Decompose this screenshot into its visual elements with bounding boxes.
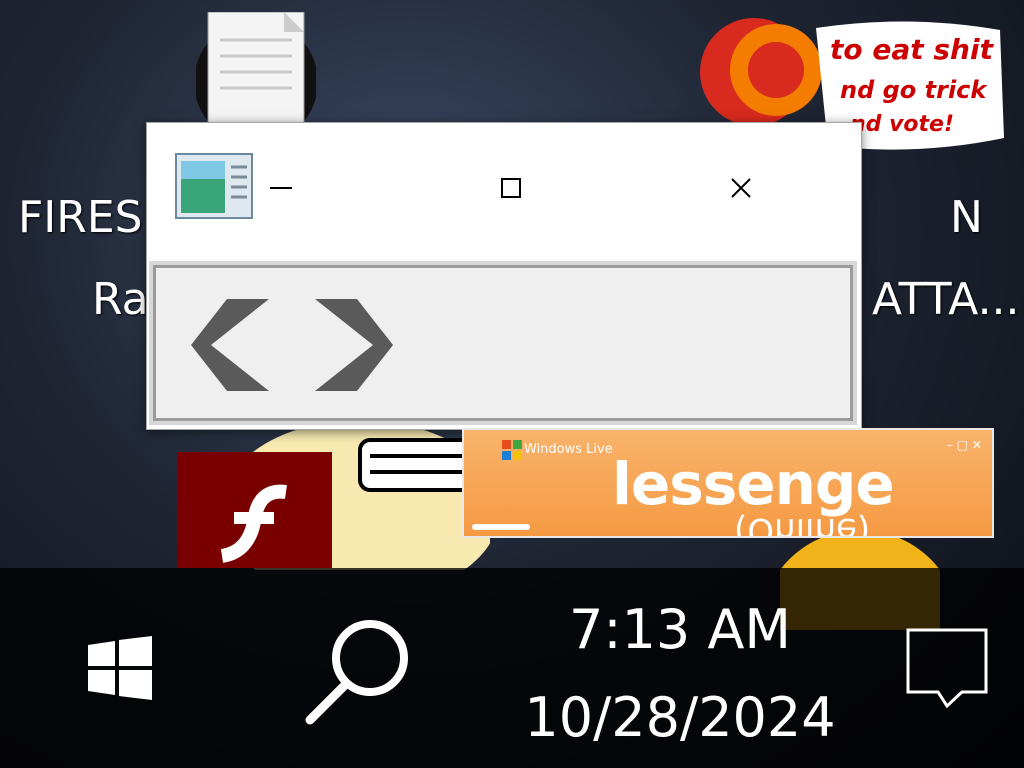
start-button[interactable]: [88, 636, 152, 700]
messenger-brand: Windows Live: [524, 442, 613, 457]
desktop-label-fires[interactable]: FIRES: [18, 196, 143, 240]
window-titlebar[interactable]: [147, 123, 861, 259]
messenger-window[interactable]: Windows Live – □ ✕ lessenge (Online): [462, 428, 994, 538]
desktop-label-ra[interactable]: Ra: [92, 278, 149, 322]
desktop-label-atta[interactable]: ATTA...: [872, 278, 1020, 322]
back-button[interactable]: [191, 295, 281, 395]
clock-time[interactable]: 7:13 AM: [540, 598, 820, 661]
close-button[interactable]: [721, 173, 761, 203]
messenger-slider[interactable]: [472, 524, 530, 530]
forward-button[interactable]: [303, 295, 393, 395]
search-icon: [305, 620, 408, 725]
desktop-label-n[interactable]: N: [950, 196, 983, 240]
chevron-right-icon: [315, 299, 393, 391]
minimize-icon: [270, 187, 292, 189]
messenger-window-controls[interactable]: – □ ✕: [947, 438, 982, 452]
minimize-button[interactable]: [261, 173, 301, 203]
search-button[interactable]: [304, 614, 416, 726]
maximize-icon: [501, 178, 521, 198]
chevron-left-icon: [191, 299, 269, 391]
windows-logo-icon: [88, 636, 152, 700]
flash-player-icon[interactable]: [178, 452, 332, 568]
taskbar: 7:13 AM 10/28/2024: [0, 568, 1024, 768]
action-center-button[interactable]: [906, 628, 988, 708]
messenger-status: (Online): [734, 510, 871, 538]
speech-text-3: nd vote!: [850, 112, 954, 137]
document-icon[interactable]: [196, 12, 316, 132]
messenger-logo-icon: [502, 440, 522, 460]
speech-text-1: to eat shit: [830, 33, 993, 66]
messenger-title: lessenge: [612, 450, 895, 518]
maximize-button[interactable]: [491, 173, 531, 203]
clock-date[interactable]: 10/28/2024: [520, 686, 840, 749]
action-center-icon: [906, 628, 988, 708]
window-app-icon: [175, 153, 253, 219]
close-icon: [731, 178, 751, 198]
window-content: [149, 261, 857, 425]
speech-text-2: nd go trick: [840, 76, 987, 104]
app-window[interactable]: [146, 122, 862, 430]
